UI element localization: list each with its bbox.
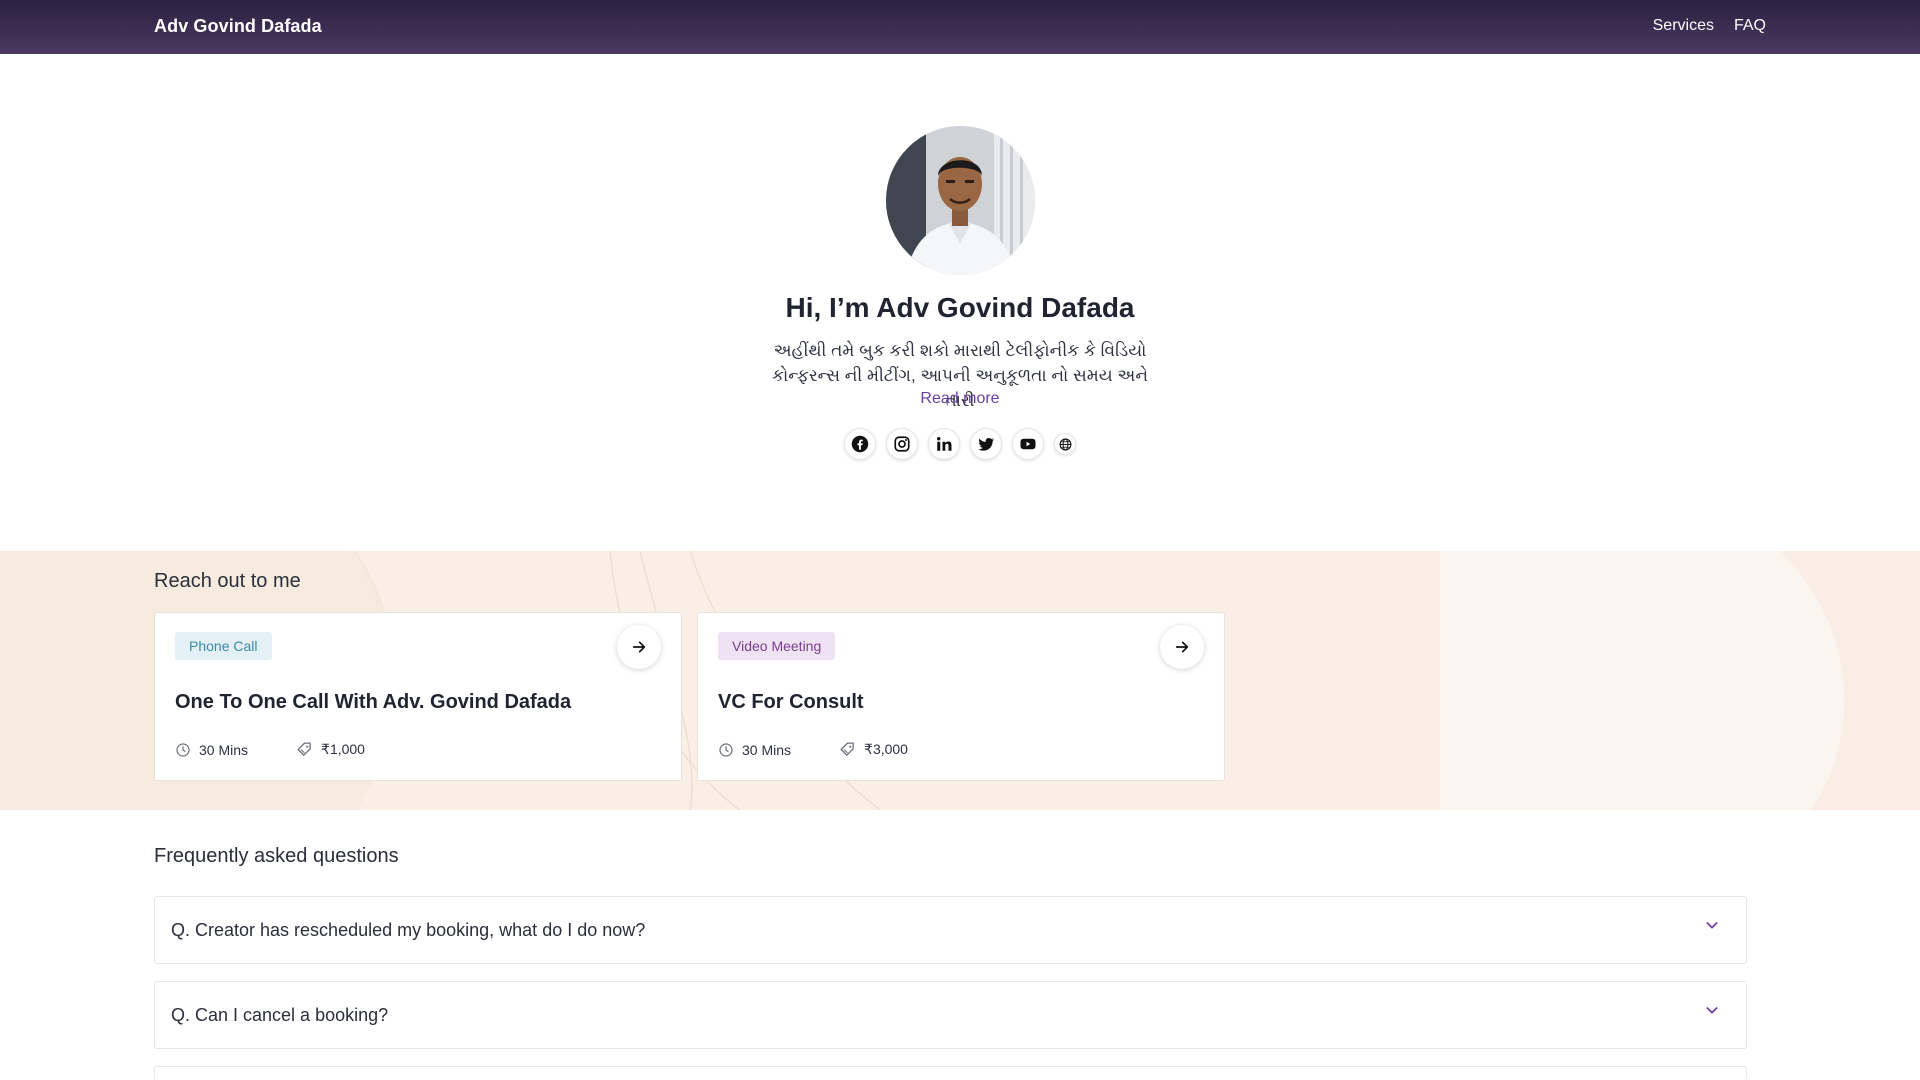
phone-call-chip: Phone Call [175, 632, 272, 660]
clock-icon [176, 742, 190, 757]
chevron-down-icon [1706, 922, 1718, 929]
nav-links: Services FAQ [1653, 17, 1766, 35]
brand-name[interactable]: Adv Govind Dafada [154, 16, 322, 37]
nav-services-link[interactable]: Services [1653, 17, 1714, 35]
top-nav-bar: Adv Govind Dafada Services FAQ [0, 0, 1920, 54]
arrow-right-icon[interactable] [1160, 625, 1204, 669]
linkedin-icon[interactable] [928, 428, 960, 460]
service-card-video[interactable]: Video Meeting VC For Consult 30 Mins ₹3,… [697, 612, 1225, 781]
nav-faq-link[interactable]: FAQ [1734, 17, 1766, 35]
price-tag-icon [840, 742, 854, 756]
globe-icon[interactable] [1054, 433, 1076, 455]
youtube-icon[interactable] [1012, 428, 1044, 460]
instagram-icon[interactable] [886, 428, 918, 460]
service-card-meta: 30 Mins ₹1,000 [175, 741, 365, 758]
chevron-down-icon [1706, 1007, 1718, 1014]
twitter-icon[interactable] [970, 428, 1002, 460]
faq-item[interactable]: Q. Can I cancel a booking? [154, 981, 1747, 1049]
faq-item-partial[interactable] [154, 1066, 1747, 1080]
faq-section-title: Frequently asked questions [154, 845, 399, 867]
profile-avatar [886, 126, 1035, 275]
social-links [844, 428, 1076, 460]
faq-item[interactable]: Q. Creator has rescheduled my booking, w… [154, 896, 1747, 964]
facebook-icon[interactable] [844, 428, 876, 460]
service-duration: 30 Mins [199, 741, 249, 758]
video-meeting-chip: Video Meeting [718, 632, 836, 660]
service-card-phone[interactable]: Phone Call One To One Call With Adv. Gov… [154, 612, 682, 781]
price-tag-icon [297, 742, 311, 756]
service-price: ₹1,000 [321, 741, 365, 757]
services-section-title: Reach out to me [154, 570, 301, 592]
service-card-title: VC For Consult [718, 691, 864, 713]
service-card-title: One To One Call With Adv. Govind Dafada [175, 691, 572, 713]
faq-question: Q. Can I cancel a booking? [171, 1005, 389, 1025]
service-price: ₹3,000 [864, 741, 908, 757]
arrow-right-icon[interactable] [617, 625, 661, 669]
hero-title: Hi, I’m Adv Govind Dafada [785, 292, 1135, 323]
clock-icon [719, 742, 733, 757]
hero-bio-line-1: અહીંથી તમે બુક કરી શકો મારાથી ટેલીફોનીક … [773, 341, 1147, 360]
service-card-meta: 30 Mins ₹3,000 [718, 741, 908, 758]
read-more-link[interactable]: Read more [0, 390, 1920, 408]
service-duration: 30 Mins [742, 741, 792, 758]
faq-question: Q. Creator has rescheduled my booking, w… [171, 920, 646, 940]
